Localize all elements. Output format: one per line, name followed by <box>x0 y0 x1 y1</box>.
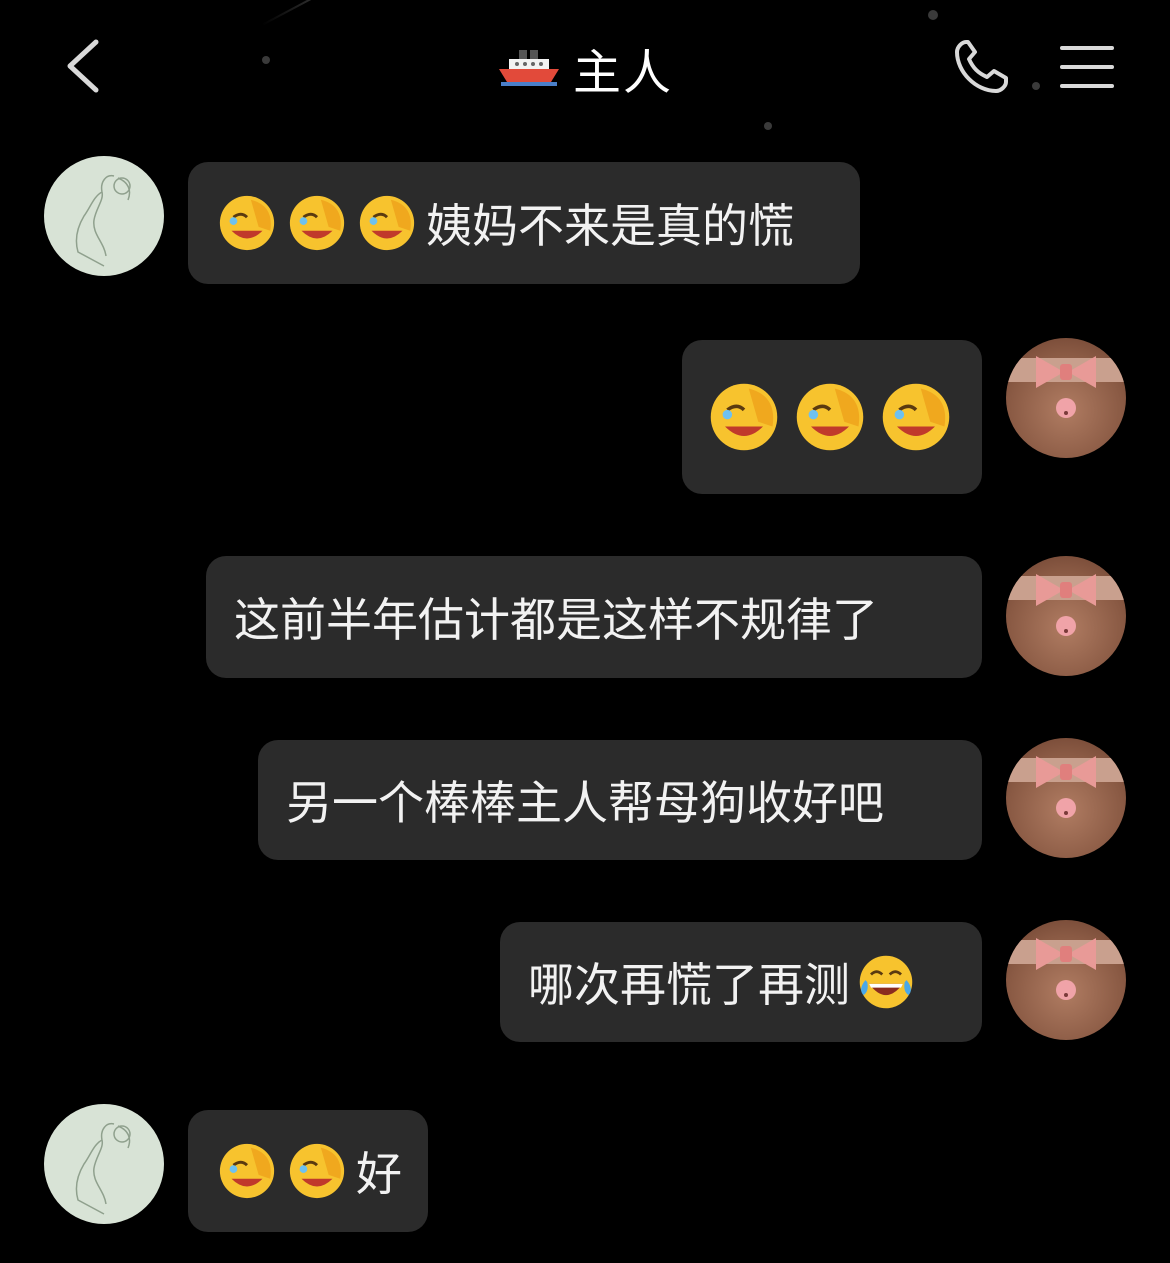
my-avatar[interactable] <box>1006 738 1126 858</box>
my-avatar[interactable] <box>1006 338 1126 458</box>
message-bubble[interactable]: 姨妈不来是真的慌 <box>188 162 860 284</box>
message-bubble[interactable] <box>682 340 982 494</box>
message-bubble[interactable]: 好 <box>188 1110 428 1232</box>
my-avatar[interactable] <box>1006 920 1126 1040</box>
facepalm-cry-emoji <box>706 379 782 455</box>
hamburger-menu-icon <box>1060 46 1114 88</box>
message-text: 哪次再慌了再测 <box>528 958 850 1012</box>
facepalm-cry-emoji <box>216 192 278 254</box>
contact-avatar[interactable] <box>44 1104 164 1224</box>
line-art-figure <box>75 1122 131 1215</box>
ship-icon <box>497 48 561 88</box>
facepalm-cry-emoji <box>878 379 954 455</box>
message-bubble[interactable]: 哪次再慌了再测 <box>500 922 982 1042</box>
facepalm-cry-emoji <box>356 192 418 254</box>
message-bubble[interactable]: 另一个棒棒主人帮母狗收好吧 <box>258 740 982 860</box>
voice-call-button[interactable] <box>952 38 1012 96</box>
message-bubble[interactable]: 这前半年估计都是这样不规律了 <box>206 556 982 678</box>
contact-avatar[interactable] <box>44 156 164 276</box>
facepalm-cry-emoji <box>286 1140 348 1202</box>
message-text: 姨妈不来是真的慌 <box>426 199 794 253</box>
more-menu-button[interactable] <box>1058 44 1116 90</box>
tears-of-joy-emoji <box>856 952 916 1012</box>
chat-header: 主人 <box>0 0 1170 130</box>
message-text: 另一个棒棒主人帮母狗收好吧 <box>286 776 884 830</box>
facepalm-cry-emoji <box>792 379 868 455</box>
phone-icon <box>955 40 1008 93</box>
bow-bell-image <box>1006 938 1126 1000</box>
line-art-figure <box>75 174 131 267</box>
my-avatar[interactable] <box>1006 556 1126 676</box>
message-text: 这前半年估计都是这样不规律了 <box>234 593 878 647</box>
bow-bell-image <box>1006 756 1126 818</box>
facepalm-cry-emoji <box>286 192 348 254</box>
facepalm-cry-emoji <box>216 1140 278 1202</box>
bow-bell-image <box>1006 356 1126 418</box>
message-text: 好 <box>356 1147 402 1201</box>
chat-title-text: 主人 <box>572 45 673 101</box>
bow-bell-image <box>1006 574 1126 636</box>
